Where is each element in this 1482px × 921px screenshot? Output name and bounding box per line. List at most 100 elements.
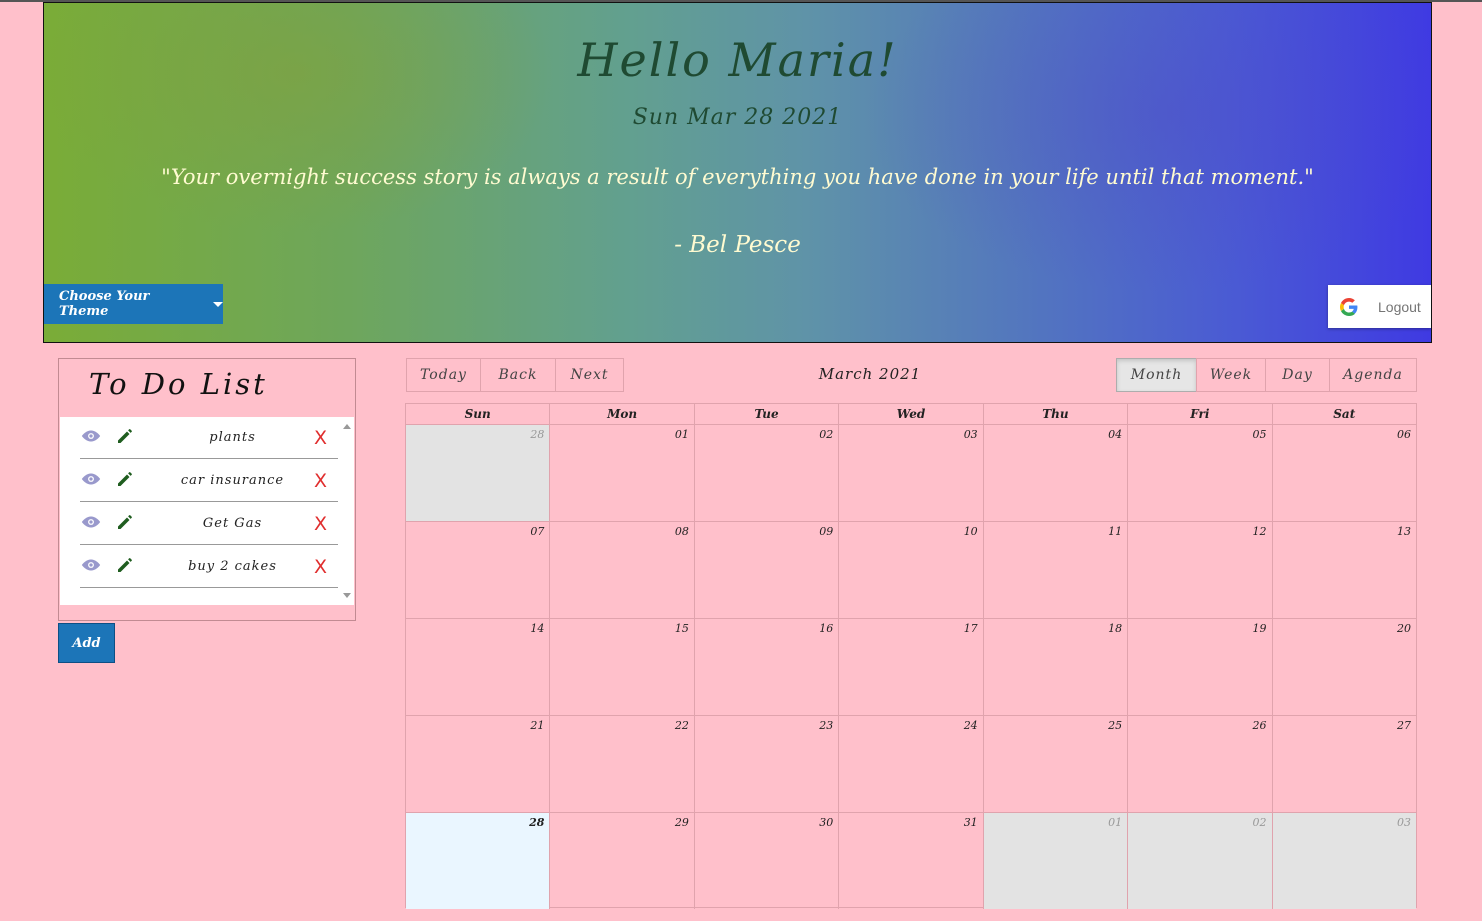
- delete-icon[interactable]: X: [314, 470, 327, 492]
- day-number[interactable]: 29: [675, 816, 689, 829]
- day-number[interactable]: 28: [530, 428, 544, 441]
- calendar-day-cell[interactable]: 09: [693, 522, 838, 618]
- calendar-day-cell[interactable]: 01: [549, 425, 693, 521]
- day-number[interactable]: 18: [1108, 622, 1122, 635]
- calendar-day-cell[interactable]: 10: [838, 522, 982, 618]
- calendar-day-cell[interactable]: 03: [1271, 813, 1416, 909]
- calendar-day-cell-today[interactable]: 28: [406, 813, 550, 909]
- calendar-day-cell[interactable]: 06: [1271, 425, 1416, 521]
- view-week-button[interactable]: Week: [1196, 358, 1266, 392]
- calendar-day-cell[interactable]: 29: [549, 813, 693, 909]
- scroll-up-icon[interactable]: [343, 424, 351, 429]
- day-number[interactable]: 28: [529, 816, 544, 829]
- pencil-icon[interactable]: [115, 555, 135, 575]
- day-number[interactable]: 01: [1108, 816, 1122, 829]
- calendar-day-cell[interactable]: 11: [982, 522, 1127, 618]
- calendar-day-cell[interactable]: 19: [1127, 619, 1271, 715]
- calendar-day-cell[interactable]: 02: [693, 425, 838, 521]
- day-number[interactable]: 16: [819, 622, 833, 635]
- calendar-day-cell[interactable]: 12: [1127, 522, 1271, 618]
- calendar-day-cell[interactable]: 17: [838, 619, 982, 715]
- delete-icon[interactable]: X: [314, 427, 327, 449]
- weekday-label: Sun: [464, 407, 491, 421]
- day-number[interactable]: 13: [1397, 525, 1411, 538]
- day-number[interactable]: 03: [964, 428, 978, 441]
- calendar-day-cell[interactable]: 28: [406, 425, 550, 521]
- day-number[interactable]: 09: [819, 525, 833, 538]
- quote-author: - Bel Pesce: [674, 232, 801, 258]
- calendar-day-cell[interactable]: 05: [1127, 425, 1271, 521]
- view-month-button[interactable]: Month: [1116, 358, 1197, 392]
- calendar-day-cell[interactable]: 08: [549, 522, 693, 618]
- eye-icon[interactable]: [80, 515, 102, 529]
- view-agenda-button[interactable]: Agenda: [1329, 358, 1417, 392]
- day-number[interactable]: 17: [964, 622, 978, 635]
- day-number[interactable]: 05: [1253, 428, 1267, 441]
- calendar-day-cell[interactable]: 07: [406, 522, 549, 618]
- day-number[interactable]: 02: [1253, 816, 1267, 829]
- calendar-day-cell[interactable]: 31: [838, 813, 982, 909]
- calendar-day-cell[interactable]: 16: [693, 619, 838, 715]
- day-number[interactable]: 21: [530, 719, 544, 732]
- day-number[interactable]: 06: [1397, 428, 1411, 441]
- day-number[interactable]: 07: [530, 525, 544, 538]
- calendar-day-cell[interactable]: 23: [693, 716, 838, 812]
- day-number[interactable]: 15: [675, 622, 689, 635]
- eye-icon[interactable]: [80, 429, 102, 443]
- day-number[interactable]: 10: [964, 525, 978, 538]
- calendar-day-cell[interactable]: 14: [406, 619, 549, 715]
- calendar-day-cell[interactable]: 20: [1271, 619, 1416, 715]
- calendar-day-cell[interactable]: 26: [1127, 716, 1271, 812]
- back-button[interactable]: Back: [480, 358, 556, 392]
- day-number[interactable]: 24: [964, 719, 978, 732]
- pencil-icon[interactable]: [115, 512, 135, 532]
- calendar-day-cell[interactable]: 02: [1127, 813, 1272, 909]
- calendar-day-cell[interactable]: 25: [982, 716, 1127, 812]
- day-number[interactable]: 03: [1397, 816, 1411, 829]
- calendar-day-cell[interactable]: 30: [693, 813, 838, 909]
- logout-button[interactable]: Logout: [1328, 285, 1431, 328]
- calendar-day-cell[interactable]: 22: [549, 716, 693, 812]
- calendar-day-cell[interactable]: 04: [982, 425, 1127, 521]
- todo-scrollbar[interactable]: [340, 417, 354, 605]
- delete-icon[interactable]: X: [314, 513, 327, 535]
- choose-theme-button[interactable]: Choose Your Theme: [44, 284, 223, 324]
- choose-theme-label: Choose Your Theme: [59, 289, 150, 319]
- day-number[interactable]: 14: [530, 622, 544, 635]
- day-number[interactable]: 22: [675, 719, 689, 732]
- quote-text: "Your overnight success story is always …: [161, 165, 1314, 189]
- calendar-day-cell[interactable]: 27: [1271, 716, 1416, 812]
- calendar-day-cell[interactable]: 01: [982, 813, 1128, 909]
- day-number[interactable]: 23: [819, 719, 833, 732]
- calendar-day-cell[interactable]: 13: [1271, 522, 1416, 618]
- next-button[interactable]: Next: [555, 358, 624, 392]
- eye-icon[interactable]: [80, 558, 102, 572]
- scroll-down-icon[interactable]: [343, 593, 351, 598]
- view-day-button[interactable]: Day: [1265, 358, 1330, 392]
- day-number[interactable]: 25: [1108, 719, 1122, 732]
- calendar-day-cell[interactable]: 24: [838, 716, 982, 812]
- day-number[interactable]: 12: [1253, 525, 1267, 538]
- today-button[interactable]: Today: [406, 358, 481, 392]
- eye-icon[interactable]: [80, 472, 102, 486]
- calendar-day-cell[interactable]: 21: [406, 716, 549, 812]
- month-calendar: Sun Mon Tue Wed Thu Fri Sat 28 01 02 03 …: [405, 403, 1417, 909]
- day-number[interactable]: 20: [1397, 622, 1411, 635]
- add-todo-button[interactable]: Add: [58, 623, 115, 663]
- day-number[interactable]: 19: [1253, 622, 1267, 635]
- day-number[interactable]: 11: [1108, 525, 1122, 538]
- calendar-day-cell[interactable]: 03: [838, 425, 982, 521]
- pencil-icon[interactable]: [115, 469, 135, 489]
- day-number[interactable]: 02: [819, 428, 833, 441]
- day-number[interactable]: 26: [1253, 719, 1267, 732]
- day-number[interactable]: 08: [675, 525, 689, 538]
- day-number[interactable]: 30: [819, 816, 833, 829]
- delete-icon[interactable]: X: [314, 556, 327, 578]
- calendar-day-cell[interactable]: 18: [982, 619, 1127, 715]
- day-number[interactable]: 27: [1397, 719, 1411, 732]
- calendar-day-cell[interactable]: 15: [549, 619, 693, 715]
- day-number[interactable]: 04: [1108, 428, 1122, 441]
- day-number[interactable]: 31: [964, 816, 978, 829]
- day-number[interactable]: 01: [675, 428, 689, 441]
- pencil-icon[interactable]: [115, 426, 135, 446]
